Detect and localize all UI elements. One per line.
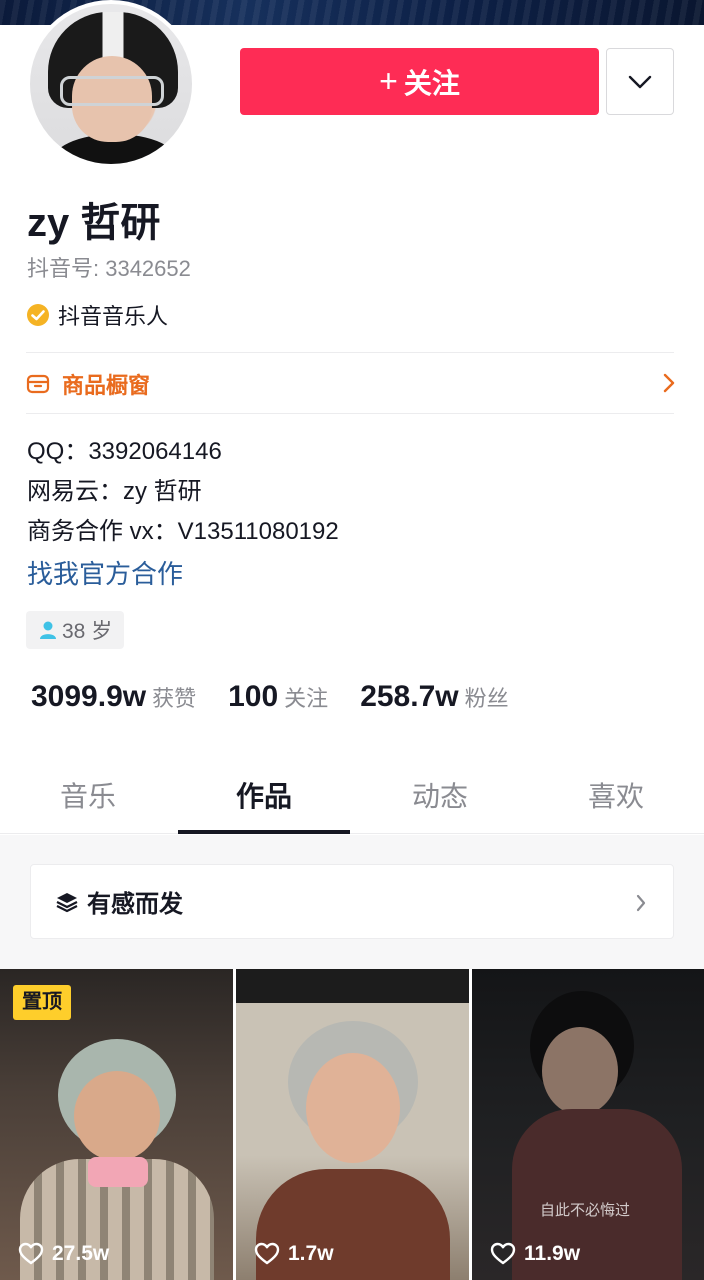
divider (26, 413, 674, 414)
stat-label: 获赞 (152, 686, 197, 711)
stats-row: 3099.9w 获赞 100 关注 258.7w 粉丝 (31, 680, 541, 714)
avatar-photo (30, 4, 192, 164)
video-likes: 27.5w (18, 1242, 109, 1266)
person-icon (40, 621, 56, 639)
shop-window-row[interactable]: 商品橱窗 (26, 356, 676, 412)
layers-icon (56, 892, 78, 912)
heart-icon (490, 1242, 516, 1265)
profile-name: zy 哲研 (27, 201, 161, 245)
stat-value: 258.7w (360, 680, 459, 713)
followers-stat[interactable]: 258.7w 粉丝 (360, 680, 508, 714)
video-likes: 1.7w (254, 1242, 334, 1266)
tab-music[interactable]: 音乐 (0, 760, 176, 833)
follow-button[interactable]: + 关注 (240, 48, 599, 115)
divider (26, 352, 674, 353)
bio: QQ：3392064146 网易云：zy 哲研 商务合作 vx：V1351108… (27, 432, 339, 594)
following-stat[interactable]: 100 关注 (228, 680, 328, 714)
likes-count: 1.7w (288, 1242, 334, 1265)
stat-label: 粉丝 (464, 686, 509, 711)
collection-card[interactable]: 有感而发 (30, 864, 674, 939)
video-likes: 11.9w (490, 1242, 580, 1266)
stat-value: 100 (228, 680, 279, 713)
video-grid: 置顶 27.5w 1.7w 自此不必悔过 11.9w (0, 969, 704, 1280)
pinned-badge: 置顶 (13, 985, 71, 1020)
age-label: 38 岁 (62, 620, 113, 643)
avatar[interactable] (26, 0, 196, 168)
badge-label: 抖音音乐人 (58, 304, 169, 329)
tab-works[interactable]: 作品 (176, 760, 352, 834)
chevron-right-icon (636, 894, 646, 912)
video-thumbnail[interactable]: 置顶 27.5w (0, 969, 233, 1280)
video-thumbnail[interactable]: 1.7w (236, 969, 469, 1280)
collection-label: 有感而发 (87, 891, 183, 918)
tab-moments[interactable]: 动态 (352, 760, 528, 833)
more-options-button[interactable] (606, 48, 674, 115)
shop-icon (26, 374, 50, 394)
likes-count: 11.9w (524, 1242, 581, 1265)
follow-label: 关注 (403, 67, 460, 99)
shop-label: 商品橱窗 (62, 373, 151, 398)
stat-label: 关注 (284, 686, 329, 711)
douyin-id: 抖音号: 3342652 (27, 256, 191, 281)
heart-icon (254, 1242, 280, 1265)
age-tag: 38 岁 (26, 611, 125, 649)
chevron-down-icon (628, 75, 652, 88)
video-caption: 自此不必悔过 (540, 1202, 631, 1219)
stat-value: 3099.9w (31, 680, 147, 713)
plus-icon: + (379, 63, 398, 99)
bio-line: QQ：3392064146 (27, 438, 222, 465)
bio-line: 商务合作 vx：V13511080192 (27, 518, 339, 545)
video-thumbnail[interactable]: 自此不必悔过 11.9w (472, 969, 704, 1280)
musician-badge[interactable]: 抖音音乐人 (26, 299, 168, 331)
likes-count: 27.5w (52, 1242, 110, 1265)
verified-check-icon (27, 304, 49, 326)
official-cooperation-link[interactable]: 找我官方合作 (27, 554, 339, 594)
tab-likes[interactable]: 喜欢 (528, 760, 704, 833)
chevron-right-icon (663, 373, 675, 393)
content-tabs: 音乐 作品 动态 喜欢 (0, 760, 704, 834)
likes-stat[interactable]: 3099.9w 获赞 (31, 680, 196, 714)
heart-icon (18, 1242, 44, 1265)
bio-line: 网易云：zy 哲研 (27, 478, 202, 505)
